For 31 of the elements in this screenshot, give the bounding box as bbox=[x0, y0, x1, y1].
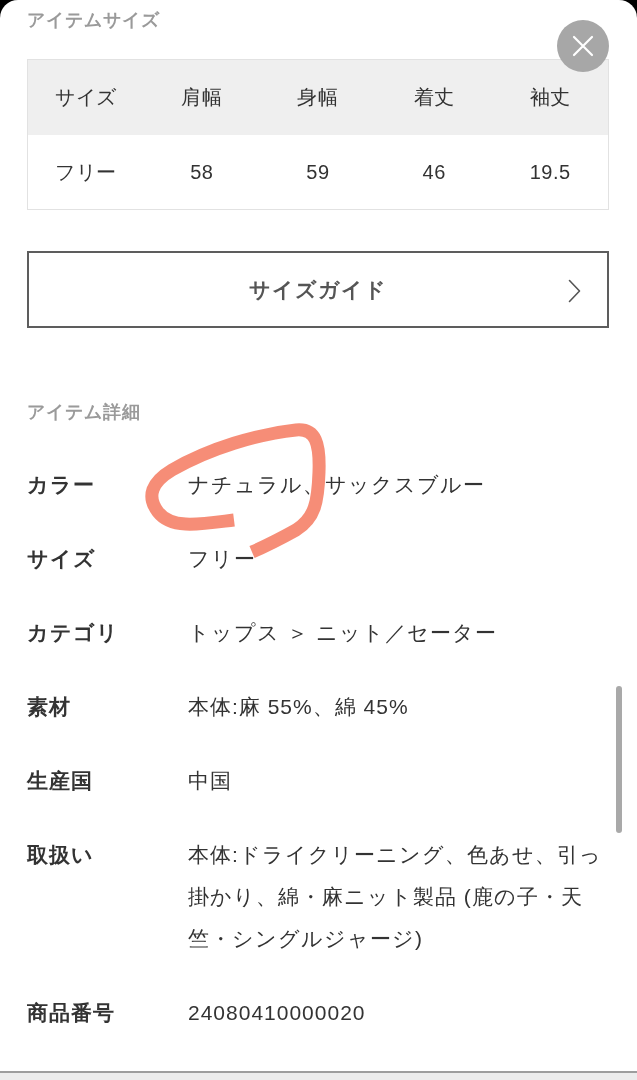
detail-value: 本体:ドライクリーニング、色あせ、引っ掛かり、綿・麻ニット製品 (鹿の子・天竺・シングルジャージ) bbox=[188, 843, 602, 950]
table-cell: フリー bbox=[27, 134, 144, 210]
column-header: 着丈 bbox=[376, 59, 493, 135]
close-button[interactable] bbox=[557, 20, 609, 72]
table-cell: 19.5 bbox=[492, 134, 609, 210]
column-header: 袖丈 bbox=[492, 59, 609, 135]
detail-value: 本体:麻 55%、綿 45% bbox=[188, 695, 409, 718]
detail-label: 商品番号 bbox=[27, 1001, 115, 1024]
detail-value: ナチュラル、サックスブルー bbox=[188, 473, 485, 496]
table-cell: 59 bbox=[259, 134, 377, 210]
detail-label: カラー bbox=[27, 473, 95, 496]
detail-label: 生産国 bbox=[27, 769, 93, 792]
close-icon bbox=[572, 35, 594, 57]
detail-label: 素材 bbox=[27, 695, 71, 718]
scrollbar-thumb[interactable] bbox=[616, 686, 622, 833]
size-guide-button[interactable]: サイズガイド bbox=[27, 251, 609, 328]
section-title: アイテム詳細 bbox=[27, 401, 141, 424]
column-header: 肩幅 bbox=[143, 59, 260, 135]
detail-value: トップス ＞ ニット／セーター bbox=[188, 621, 497, 644]
detail-label: 取扱い bbox=[27, 843, 94, 866]
detail-label: サイズ bbox=[27, 547, 96, 570]
column-header: サイズ bbox=[27, 59, 144, 135]
column-header: 身幅 bbox=[259, 59, 377, 135]
detail-value: フリー bbox=[188, 547, 256, 570]
detail-value: 中国 bbox=[188, 769, 232, 792]
chevron-right-icon bbox=[568, 279, 581, 303]
detail-value: 24080410000020 bbox=[188, 1001, 366, 1024]
detail-label: カテゴリ bbox=[27, 621, 119, 644]
table-cell: 46 bbox=[376, 134, 493, 210]
table-cell: 58 bbox=[143, 134, 260, 210]
section-title: アイテムサイズ bbox=[27, 9, 160, 32]
